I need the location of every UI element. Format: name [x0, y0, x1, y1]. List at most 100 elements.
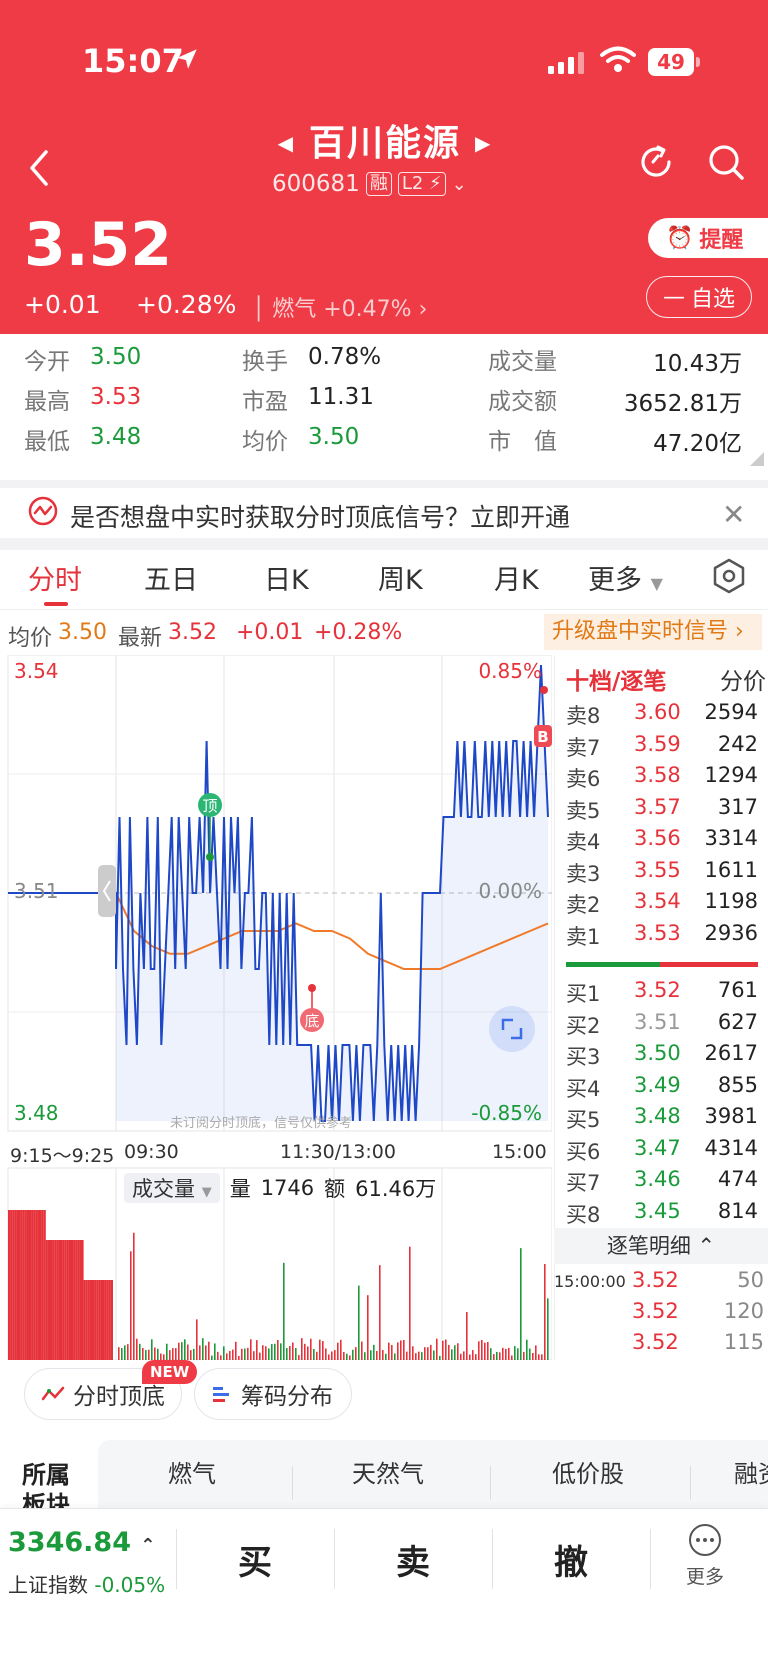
order-book-row[interactable]: 买8 3.45 814 [566, 1199, 758, 1229]
order-book-row[interactable]: 卖5 3.57 317 [566, 795, 758, 825]
order-book-row[interactable]: 卖7 3.59 242 [566, 732, 758, 762]
bottom-signal-marker[interactable]: 底 [300, 984, 324, 1032]
volume-bar [499, 1352, 501, 1360]
order-book-tab[interactable]: 十档/逐笔 [566, 669, 666, 695]
order-book-row[interactable]: 卖8 3.60 2594 [566, 700, 758, 730]
tab-intraday[interactable]: 分时 [28, 558, 82, 597]
search-icon[interactable] [706, 142, 746, 182]
tab-weekly-k[interactable]: 周K [378, 558, 423, 597]
volume-bar [247, 1347, 249, 1360]
sector-item[interactable]: 燃气 [132, 1454, 252, 1489]
order-book-row[interactable]: 卖2 3.54 1198 [566, 889, 758, 919]
volume-bar [100, 1280, 103, 1360]
tab-daily-k[interactable]: 日K [264, 558, 309, 597]
tab-more-label: 更多 [588, 565, 642, 596]
volume-bar [322, 1341, 324, 1360]
watchlist-button[interactable]: — 自选 [646, 276, 752, 318]
stock-subtitle[interactable]: 600681 融 L2 ⚡ ⌄ [272, 170, 467, 198]
volume-bar [172, 1348, 174, 1360]
volume-bar [26, 1210, 29, 1360]
cancel-order-button[interactable]: 撤 [554, 1535, 588, 1584]
volume-bar [523, 1351, 525, 1360]
sector-list[interactable]: 燃气 天然气 低价股 融资 [98, 1440, 768, 1510]
latest-change: +0.01 [236, 620, 304, 645]
volume-bar [298, 1355, 300, 1360]
order-book-row[interactable]: 买3 3.50 2617 [566, 1041, 758, 1071]
volume-indicator-select[interactable]: 成交量 ▼ [124, 1173, 220, 1203]
order-book-row[interactable]: 卖1 3.53 2936 [566, 921, 758, 951]
sector-item[interactable]: 低价股 [528, 1454, 648, 1489]
order-book-row[interactable]: 买6 3.47 4314 [566, 1136, 758, 1166]
buy-button[interactable]: 买 [238, 1535, 272, 1584]
volume-bar [295, 1348, 297, 1360]
prev-stock-icon[interactable]: ◀ [278, 131, 295, 155]
sector-change-text: 燃气 +0.47% [272, 297, 412, 322]
order-book-qty: 1294 [704, 763, 758, 787]
remind-button[interactable]: ⏰ 提醒 [648, 218, 768, 258]
order-book-row[interactable]: 卖4 3.56 3314 [566, 826, 758, 856]
sector-change-link[interactable]: │ 燃气 +0.47% › [252, 291, 427, 323]
battery-nub [696, 57, 700, 67]
volume-bar [403, 1340, 405, 1360]
volume-bar [493, 1354, 495, 1360]
signal-promo-banner[interactable]: 是否想盘中实时获取分时顶底信号？立即开通 ✕ [0, 480, 768, 538]
expand-stats-icon[interactable] [750, 452, 764, 466]
intraday-chart[interactable]: 未订阅分时顶底，信号仅供参考 顶 底 B 3.54 3.51 3.48 0.85… [0, 654, 553, 1361]
collapse-handle[interactable] [98, 865, 116, 917]
close-icon[interactable]: ✕ [722, 498, 745, 531]
volume-bar [127, 1344, 129, 1360]
volume-bar [98, 1280, 101, 1360]
stat-label: 成交量 [488, 349, 557, 375]
upgrade-label: 升级盘中实时信号 [552, 619, 729, 644]
trade-row: 15:00:00 3.52 50 [554, 1268, 764, 1298]
sector-item[interactable]: 天然气 [328, 1454, 448, 1489]
volume-bar [77, 1240, 80, 1360]
price-distribution-tab[interactable]: 分价 [720, 662, 766, 696]
tab-five-day[interactable]: 五日 [144, 558, 198, 597]
volume-bar [376, 1351, 378, 1360]
back-icon[interactable] [26, 148, 52, 188]
volume-bar [106, 1280, 109, 1360]
chevron-down-icon[interactable]: ⌄ [452, 174, 467, 195]
refresh-icon[interactable] [636, 142, 676, 182]
chip-distribution-button[interactable]: 筹码分布 [194, 1368, 352, 1420]
volume-bar [310, 1338, 312, 1360]
volume-bar [102, 1280, 105, 1360]
volume-bar [89, 1280, 92, 1360]
volume-bar [73, 1240, 76, 1360]
volume-bar [325, 1348, 327, 1360]
chart-watermark: 未订阅分时顶底，信号仅供参考 [170, 1115, 352, 1131]
stat-value: 3.53 [90, 384, 142, 410]
volume-bar [136, 1338, 138, 1360]
volume-bar [154, 1347, 156, 1360]
volume-bar [62, 1240, 65, 1360]
more-button[interactable]: 更多 [686, 1523, 724, 1589]
order-book-row[interactable]: 买2 3.51 627 [566, 1010, 758, 1040]
order-book-row[interactable]: 卖3 3.55 1611 [566, 858, 758, 888]
volume-bar [244, 1348, 246, 1360]
order-book-row[interactable]: 买4 3.49 855 [566, 1073, 758, 1103]
stock-title[interactable]: ◀ 百川能源 ▶ [230, 114, 540, 166]
next-stock-icon[interactable]: ▶ [475, 131, 492, 155]
volume-bar [427, 1347, 429, 1360]
order-book-row[interactable]: 买1 3.52 761 [566, 978, 758, 1008]
sector-item[interactable]: 融资 [734, 1454, 768, 1489]
upgrade-signal-button[interactable]: 升级盘中实时信号 › [544, 614, 762, 650]
order-book-row[interactable]: 买5 3.48 3981 [566, 1104, 758, 1134]
signal-icon [28, 496, 58, 526]
trade-detail-header[interactable]: 逐笔明细 ⌃ [554, 1228, 768, 1264]
settings-icon[interactable] [712, 558, 746, 594]
volume-bar [283, 1262, 285, 1360]
order-book-row[interactable]: 卖6 3.58 1294 [566, 763, 758, 793]
tab-monthly-k[interactable]: 月K [494, 558, 539, 597]
order-book-qty: 814 [717, 1198, 758, 1223]
fullscreen-icon[interactable] [489, 1006, 535, 1052]
volume-bar [83, 1280, 86, 1360]
stat-value: 0.78% [308, 344, 382, 370]
volume-bar [235, 1341, 237, 1360]
volume-bar [442, 1340, 444, 1360]
order-book-row[interactable]: 买7 3.46 474 [566, 1167, 758, 1197]
sell-button[interactable]: 卖 [396, 1535, 430, 1584]
volume-bar [199, 1345, 201, 1360]
tab-more[interactable]: 更多 ▼ [588, 558, 663, 597]
